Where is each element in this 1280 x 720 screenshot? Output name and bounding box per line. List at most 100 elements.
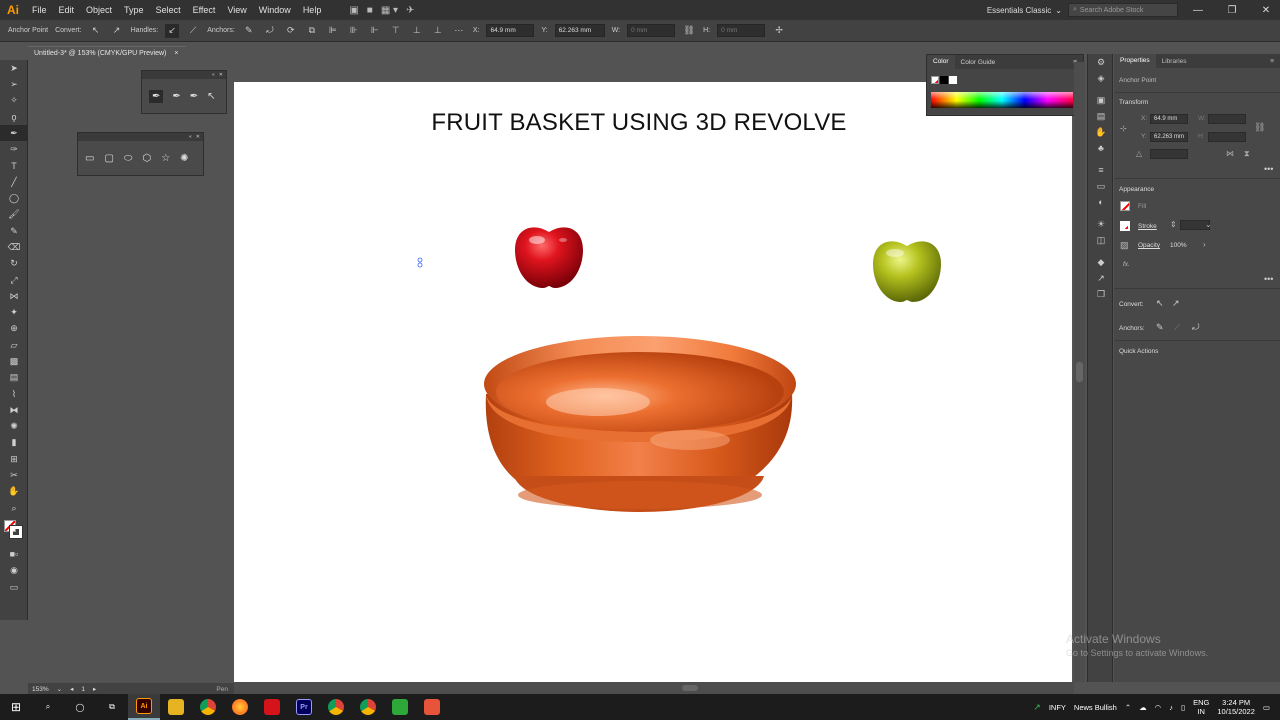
transform-icon[interactable]: ⧉ — [305, 24, 319, 38]
network-icon[interactable]: ☁ — [1139, 703, 1147, 712]
stroke-label[interactable]: Stroke — [1138, 223, 1157, 230]
direct-selection-tool-icon[interactable]: ➢ — [0, 76, 28, 92]
clock[interactable]: 3:24 PM 10/15/2022 — [1217, 698, 1255, 716]
pen-tool-icon[interactable]: ✒ — [149, 89, 164, 103]
battery-icon[interactable]: ▯ — [1181, 703, 1185, 712]
none-swatch[interactable] — [931, 76, 939, 84]
paintbrush-tool-icon[interactable]: 🖌 — [0, 207, 28, 223]
screen-mode-icon[interactable]: ▭ — [0, 579, 28, 595]
eraser-tool-icon[interactable]: ⌫ — [0, 239, 28, 255]
hide-handles-icon[interactable]: ⟋ — [186, 24, 200, 38]
rotate-angle-field[interactable] — [1150, 149, 1188, 159]
tab-properties[interactable]: Properties — [1114, 54, 1156, 68]
polygon-tool-icon[interactable]: ⬡ — [142, 153, 151, 164]
taskbar-illustrator[interactable]: Ai — [128, 694, 160, 720]
anchor-point-marker[interactable] — [416, 257, 426, 269]
line-segment-tool-icon[interactable]: ╱ — [0, 174, 28, 190]
menu-edit[interactable]: Edit — [53, 5, 81, 15]
lasso-tool-icon[interactable]: ϙ — [0, 109, 28, 125]
gpu-performance-icon[interactable]: ✈ — [406, 5, 414, 16]
zoom-level[interactable]: 153% — [32, 686, 49, 693]
rotate-angle-icon[interactable]: △ — [1136, 149, 1142, 158]
taskbar-file-explorer[interactable] — [160, 694, 192, 720]
stock-news[interactable]: News Bullish — [1074, 703, 1117, 712]
menu-object[interactable]: Object — [80, 5, 118, 15]
search-button[interactable]: ⌕ — [32, 694, 64, 720]
notifications-icon[interactable]: ▭ — [1263, 703, 1270, 712]
type-tool-icon[interactable]: T — [0, 158, 28, 174]
ellipse-tool-icon[interactable]: ◯ — [0, 190, 28, 206]
reference-point-icon[interactable]: ⋯ — [452, 24, 466, 38]
taskbar-firefox[interactable] — [224, 694, 256, 720]
constrain-proportions-icon[interactable]: ⛓ — [682, 24, 696, 38]
asset-export-icon[interactable]: ↗ — [1088, 270, 1114, 286]
symbols-panel-icon[interactable]: ♣ — [1088, 140, 1114, 156]
chevron-right-icon[interactable]: › — [1203, 240, 1206, 249]
connect-anchors-icon[interactable]: ⟋ — [1174, 322, 1180, 333]
language-indicator[interactable]: ENG IN — [1193, 698, 1209, 716]
document-tab[interactable]: Untitled-3* @ 153% (CMYK/GPU Preview) × — [28, 46, 186, 60]
fill-row[interactable] — [1120, 201, 1130, 211]
isolate-object-icon[interactable]: ⟳ — [284, 24, 298, 38]
align-center-icon[interactable]: ⊪ — [347, 24, 361, 38]
fruit-basket[interactable] — [480, 332, 800, 516]
puppet-warp-tool-icon[interactable]: ✦ — [0, 304, 28, 320]
next-artboard-icon[interactable]: ▸ — [93, 685, 96, 693]
reference-point-icon[interactable]: ⊹ — [1120, 124, 1127, 133]
color-spectrum[interactable] — [931, 92, 1073, 108]
anchor-point-tool-icon[interactable]: ↖ — [207, 91, 215, 102]
shape-builder-tool-icon[interactable]: ⊕ — [0, 321, 28, 337]
curvature-tool-icon[interactable]: ✑ — [0, 141, 28, 157]
control-y-field[interactable]: 62.263 mm — [554, 24, 605, 37]
tab-libraries[interactable]: Libraries — [1156, 58, 1193, 65]
width-tool-icon[interactable]: ⋈ — [0, 288, 28, 304]
transform-h-field[interactable] — [1208, 132, 1246, 142]
black-swatch[interactable] — [940, 76, 948, 84]
opacity-label[interactable]: Opacity — [1138, 242, 1160, 249]
convert-smooth-icon[interactable]: ↗ — [1172, 298, 1180, 309]
more-options-icon[interactable]: ••• — [1264, 274, 1273, 284]
star-tool-icon[interactable]: ☆ — [161, 153, 170, 164]
libraries-panel-icon[interactable]: ◈ — [1088, 70, 1114, 86]
taskbar-premiere[interactable]: Pr — [288, 694, 320, 720]
tray-chevron-icon[interactable]: ⌃ — [1125, 703, 1131, 712]
arrange-documents-icon[interactable]: ▦ ▾ — [381, 5, 398, 16]
options-icon[interactable]: ✢ — [772, 24, 786, 38]
horizontal-scrollbar[interactable] — [234, 682, 1074, 694]
cortana-button[interactable]: ◯ — [64, 694, 96, 720]
menu-effect[interactable]: Effect — [187, 5, 222, 15]
brushes-panel-icon[interactable]: ✋ — [1088, 124, 1114, 140]
transform-y-field[interactable]: 62.263 mm — [1150, 132, 1188, 142]
taskbar-chrome[interactable] — [192, 694, 224, 720]
zoom-chevron-icon[interactable]: ⌄ — [57, 685, 62, 693]
tab-color[interactable]: Color — [927, 55, 955, 69]
gradient-panel-icon[interactable]: ▭ — [1088, 178, 1114, 194]
cut-path-icon[interactable]: ⤾ — [1192, 322, 1200, 333]
convert-smooth-icon[interactable]: ↗ — [110, 24, 124, 38]
bridge-icon[interactable]: ▣ — [349, 5, 358, 16]
vertical-scroll-thumb[interactable] — [1076, 362, 1083, 382]
graph-tool-icon[interactable]: ▮ — [0, 435, 28, 451]
transform-x-field[interactable]: 64.9 mm — [1150, 114, 1188, 124]
stroke-swatch[interactable] — [9, 525, 23, 540]
collapse-icon[interactable]: « — [189, 134, 192, 140]
magic-wand-tool-icon[interactable]: ✧ — [0, 93, 28, 109]
perspective-grid-tool-icon[interactable]: ▱ — [0, 337, 28, 353]
gradient-tool-icon[interactable]: ▤ — [0, 370, 28, 386]
control-x-field[interactable]: 64.9 mm — [486, 24, 535, 37]
taskbar-acrobat[interactable] — [256, 694, 288, 720]
eyedropper-tool-icon[interactable]: ⌇ — [0, 386, 28, 402]
transform-w-field[interactable] — [1208, 114, 1246, 124]
align-right-icon[interactable]: ⊩ — [368, 24, 382, 38]
convert-corner-icon[interactable]: ↖ — [89, 24, 103, 38]
remove-anchor-icon[interactable]: ✎ — [1156, 322, 1164, 333]
add-anchor-tool-icon[interactable]: ✒ — [172, 91, 180, 102]
menu-help[interactable]: Help — [297, 5, 328, 15]
align-top-icon[interactable]: ⊤ — [389, 24, 403, 38]
tab-color-guide[interactable]: Color Guide — [955, 59, 1002, 66]
properties-panel-icon[interactable]: ⚙ — [1088, 54, 1114, 70]
workspace-switcher[interactable]: Essentials Classic ⌄ — [982, 2, 1062, 18]
layers-panel-icon[interactable]: ◆ — [1088, 254, 1114, 270]
align-middle-icon[interactable]: ⊥ — [410, 24, 424, 38]
selection-tool-icon[interactable]: ➤ — [0, 60, 28, 76]
